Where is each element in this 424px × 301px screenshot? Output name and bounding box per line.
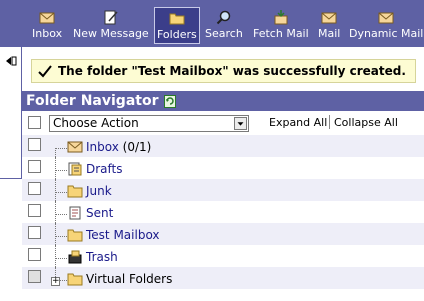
main-toolbar: Inbox New Message Folders Search Fetch M…	[0, 0, 424, 47]
refresh-icon[interactable]	[164, 94, 177, 108]
toolbar-fetch-mail-button[interactable]: Fetch Mail	[253, 0, 309, 47]
folder-icon	[67, 185, 83, 198]
fetch-mail-icon	[274, 10, 288, 25]
folder-checkbox[interactable]	[28, 248, 41, 261]
tree-line	[55, 223, 56, 245]
toolbar-inbox-button[interactable]: Inbox	[32, 0, 62, 47]
folder-checkbox[interactable]	[28, 204, 41, 217]
toolbar-dynamic-mail-label: Dynamic Mail	[349, 27, 424, 40]
toolbar-new-message-label: New Message	[73, 27, 149, 40]
tree-line	[55, 192, 67, 193]
toolbar-search-label: Search	[205, 27, 243, 40]
folder-row-junk: Junk	[22, 179, 424, 201]
folder-link-trash[interactable]: Trash	[86, 250, 118, 264]
expand-all-link[interactable]: Expand All	[269, 116, 327, 129]
tree-line	[55, 258, 67, 259]
left-pane	[0, 47, 22, 179]
compose-icon	[104, 10, 118, 25]
tree-line	[55, 179, 56, 201]
tree-line	[55, 245, 56, 267]
folder-icon	[67, 273, 83, 286]
tree-line	[55, 148, 56, 157]
toolbar-folders-label: Folders	[157, 28, 197, 41]
folder-icon	[169, 13, 185, 25]
unread-count: (0/1)	[122, 140, 152, 154]
notice-text: The folder "Test Mailbox" was successful…	[58, 64, 406, 78]
drafts-icon	[68, 162, 82, 176]
tree-line	[60, 280, 67, 281]
sent-icon	[69, 206, 81, 220]
folder-icon	[67, 229, 83, 242]
toolbar-inbox-label: Inbox	[32, 27, 63, 40]
folder-link-junk[interactable]: Junk	[86, 184, 112, 198]
folder-link-sent[interactable]: Sent	[86, 206, 113, 220]
expand-tree-icon[interactable]: +	[51, 277, 60, 286]
trash-icon	[68, 250, 82, 264]
folder-checkbox[interactable]	[28, 182, 41, 195]
pane-toggle-icon[interactable]	[4, 54, 18, 68]
divider	[329, 115, 330, 129]
tree-line	[55, 236, 67, 237]
folder-row-sent: Sent	[22, 201, 424, 223]
folder-row-inbox: Inbox (0/1)	[22, 135, 424, 157]
choose-action-select[interactable]: Choose Action	[49, 115, 249, 132]
folder-checkbox[interactable]	[28, 160, 41, 173]
folder-row-trash: Trash	[22, 245, 424, 267]
folder-link-virtual-folders[interactable]: Virtual Folders	[86, 272, 172, 286]
magnifier-icon	[216, 10, 231, 25]
envelope-icon	[378, 12, 394, 24]
select-all-checkbox[interactable]	[28, 116, 41, 129]
folder-checkbox[interactable]	[28, 138, 41, 151]
toolbar-mail-label: Mail	[318, 27, 341, 40]
tree-line	[55, 148, 67, 149]
tree-line	[55, 170, 67, 171]
toolbar-folders-button[interactable]: Folders	[154, 7, 200, 44]
folder-navigator-header: Folder Navigator	[22, 91, 424, 111]
folder-checkbox[interactable]	[28, 270, 41, 283]
choose-action-value: Choose Action	[53, 116, 139, 130]
tree-line	[55, 157, 56, 179]
toolbar-search-button[interactable]: Search	[205, 0, 243, 47]
success-notice: The folder "Test Mailbox" was successful…	[31, 59, 416, 83]
folder-checkbox[interactable]	[28, 226, 41, 239]
dropdown-arrow-icon[interactable]	[234, 117, 247, 130]
folder-row-test-mailbox: Test Mailbox	[22, 223, 424, 245]
toolbar-new-message-button[interactable]: New Message	[73, 0, 149, 47]
folder-navigator-title: Folder Navigator	[26, 93, 159, 109]
folder-action-row: Choose Action Expand All Collapse All	[22, 112, 424, 134]
checkmark-icon	[38, 65, 52, 78]
toolbar-mail-button[interactable]: Mail	[318, 0, 340, 47]
folder-row-virtual-folders: + Virtual Folders	[22, 267, 424, 289]
tree-line	[55, 214, 67, 215]
collapse-all-link[interactable]: Collapse All	[334, 116, 398, 129]
folder-row-drafts: Drafts	[22, 157, 424, 179]
folder-link-test-mailbox[interactable]: Test Mailbox	[86, 228, 160, 242]
envelope-icon	[39, 12, 55, 24]
envelope-icon	[321, 12, 337, 24]
folder-link-drafts[interactable]: Drafts	[86, 162, 123, 176]
toolbar-fetch-mail-label: Fetch Mail	[253, 27, 309, 40]
folder-link-inbox[interactable]: Inbox (0/1)	[86, 140, 151, 154]
inbox-envelope-icon	[67, 141, 83, 153]
toolbar-dynamic-mail-button[interactable]: Dynamic Mail	[349, 0, 423, 47]
tree-line	[55, 201, 56, 223]
